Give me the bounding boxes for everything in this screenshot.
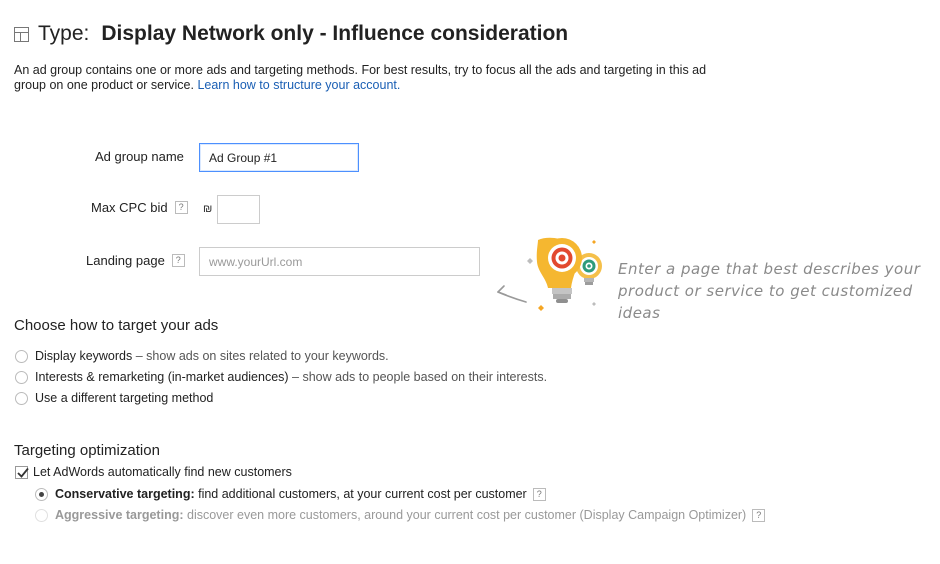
aggressive-targeting-radio[interactable] [35,509,48,522]
conservative-targeting-title: Conservative targeting: [55,487,195,501]
hint-line-1: Enter a page that best describes your [618,260,921,278]
ad-group-name-label: Ad group name [95,149,184,164]
display-keywords-option[interactable]: Display keywords – show ads on sites rel… [35,349,389,363]
hint-line-2: product or service to get customized ide… [618,282,913,322]
interests-remarketing-option[interactable]: Interests & remarketing (in-market audie… [35,370,547,384]
display-keywords-radio[interactable] [15,350,28,363]
landing-page-label-group: Landing page ? [86,253,185,268]
currency-symbol: ₪ [203,203,213,215]
landing-page-input[interactable] [199,247,480,276]
different-method-label: Use a different targeting method [35,391,214,405]
interests-remarketing-desc: – show ads to people based on their inte… [288,370,548,384]
aggressive-help-icon[interactable]: ? [752,508,766,522]
different-method-option[interactable]: Use a different targeting method [35,391,213,405]
max-cpc-label-group: Max CPC bid ? [91,200,188,215]
landing-page-hint: Enter a page that best describes your pr… [618,258,940,324]
ad-group-description: An ad group contains one or more ads and… [14,63,714,93]
conservative-help-icon[interactable]: ? [532,487,546,501]
type-prefix: Type: [38,22,90,45]
max-cpc-input[interactable] [217,195,260,224]
display-keywords-desc: – show ads on sites related to your keyw… [132,349,389,363]
aggressive-targeting-option[interactable]: Aggressive targeting: discover even more… [55,508,766,522]
interests-remarketing-radio[interactable] [15,371,28,384]
learn-structure-link[interactable]: Learn how to structure your account. [197,78,400,92]
interests-remarketing-label: Interests & remarketing (in-market audie… [35,370,289,384]
max-cpc-help-icon[interactable]: ? [174,201,188,214]
ad-group-name-input[interactable] [199,143,359,172]
auto-find-customers-label[interactable]: Let AdWords automatically find new custo… [33,465,292,479]
aggressive-targeting-title: Aggressive targeting: [55,508,184,522]
targeting-heading: Choose how to target your ads [14,317,219,334]
type-value: Display Network only - Influence conside… [101,22,569,45]
curved-arrow-icon [497,285,527,303]
lightbulb-target-icon [497,237,602,311]
conservative-targeting-radio[interactable] [35,488,48,501]
display-keywords-label: Display keywords [35,349,133,363]
layout-icon [14,26,29,42]
auto-find-customers-checkbox[interactable] [15,466,29,479]
ad-group-type-header: Type: Display Network only - Influence c… [14,20,568,48]
conservative-targeting-option[interactable]: Conservative targeting: find additional … [55,487,546,501]
checkmark-icon [17,467,29,478]
landing-page-label: Landing page [86,253,165,268]
max-cpc-label: Max CPC bid [91,200,168,215]
different-method-radio[interactable] [15,392,28,405]
optimization-heading: Targeting optimization [14,442,160,459]
aggressive-targeting-desc: discover even more customers, around you… [183,508,747,522]
conservative-targeting-desc: find additional customers, at your curre… [194,487,527,501]
landing-page-help-icon[interactable]: ? [171,254,185,267]
